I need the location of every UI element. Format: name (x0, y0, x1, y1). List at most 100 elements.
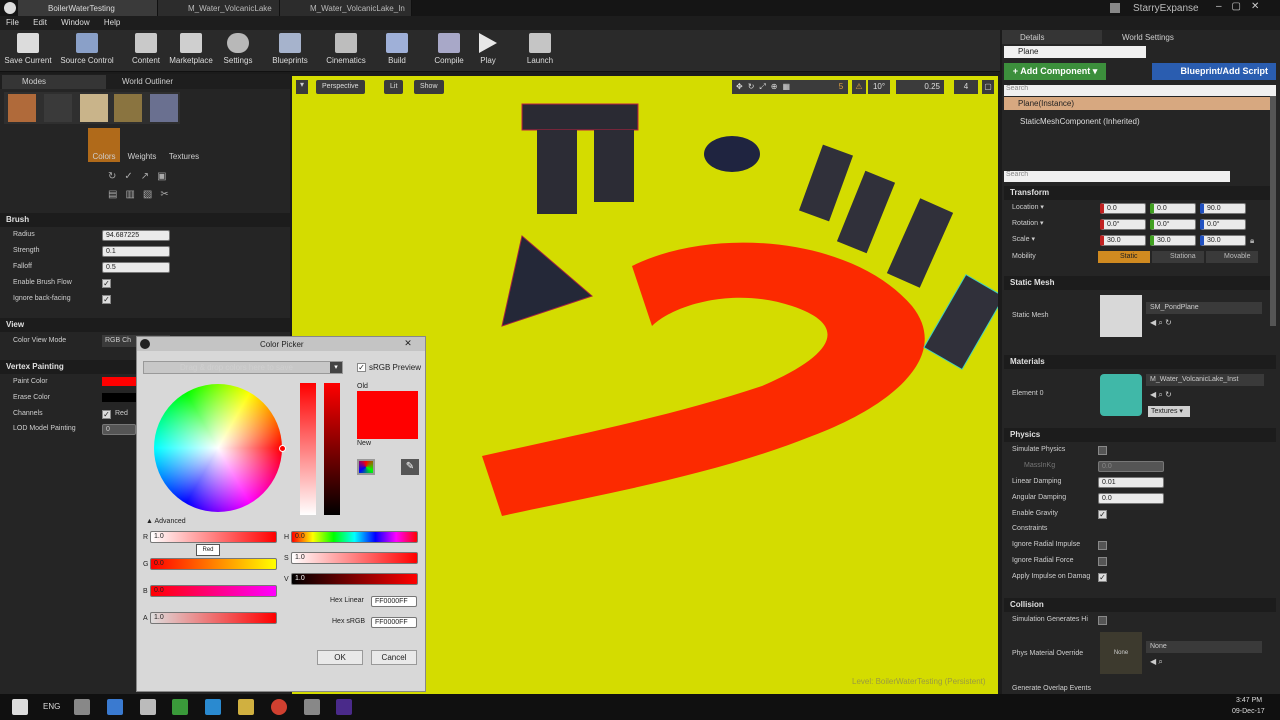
location-y[interactable]: 0.0 (1150, 203, 1196, 214)
maximize-icon[interactable]: ▢ (982, 80, 994, 94)
strength-field[interactable]: 0.1 (102, 246, 170, 257)
unreal-taskbar-icon[interactable] (140, 699, 156, 715)
cinematics-button[interactable]: Cinematics (318, 33, 374, 65)
rotation-label[interactable]: Rotation ▾ (1012, 216, 1044, 232)
materials-header[interactable]: Materials (1004, 355, 1276, 369)
colors-mode-button[interactable]: Colors (88, 128, 120, 162)
view-header[interactable]: View (0, 318, 290, 332)
lock-icon[interactable]: 🔒︎ (1250, 236, 1254, 246)
rotation-z[interactable]: 0.0° (1200, 219, 1246, 230)
angular-damping-field[interactable]: 0.0 (1098, 493, 1164, 504)
mass-field[interactable]: 0.0 (1098, 461, 1164, 472)
geometry-mode-icon[interactable] (150, 94, 178, 122)
falloff-field[interactable]: 0.5 (102, 262, 170, 273)
brush-flow-checkbox[interactable]: ✓ (102, 279, 111, 288)
tab-modes[interactable]: Modes (2, 75, 106, 89)
tab-boiler[interactable]: BoilerWaterTesting (18, 0, 158, 16)
menu-help[interactable]: Help (104, 16, 120, 30)
lod-field[interactable]: 0 (102, 424, 136, 435)
chrome-icon[interactable] (271, 699, 287, 715)
build-button[interactable]: Build (370, 33, 424, 65)
physics-header[interactable]: Physics (1004, 428, 1276, 442)
show-button[interactable]: Show (414, 80, 444, 94)
material-dropdown[interactable]: M_Water_VolcanicLake_Inst (1146, 374, 1264, 386)
red-channel-field[interactable]: 1.0 (150, 531, 277, 543)
tab-world-settings[interactable]: World Settings (1104, 30, 1204, 44)
taskbar-app-icon[interactable] (74, 699, 90, 715)
phys-material-dropdown[interactable]: None (1146, 641, 1262, 653)
source-control-button[interactable]: Source Control (58, 33, 116, 65)
textures-dropdown[interactable]: Textures ▾ (1148, 406, 1190, 417)
hex-srgb-field[interactable]: FF0000FF (371, 617, 417, 628)
green-channel-field[interactable]: 0.0 (150, 558, 277, 570)
lit-button[interactable]: Lit (384, 80, 404, 94)
blue-channel-field[interactable]: 0.0 (150, 585, 277, 597)
scale-label[interactable]: Scale ▾ (1012, 232, 1035, 248)
scale-snap-value[interactable]: 0.25 (896, 80, 944, 94)
value-field[interactable]: 1.0 (291, 573, 418, 585)
color-wheel-selector[interactable] (279, 445, 286, 452)
close-icon[interactable]: ✕ (401, 338, 415, 349)
sim-generates-hit-checkbox[interactable] (1098, 616, 1107, 625)
language-indicator[interactable]: ENG (43, 702, 60, 711)
menu-edit[interactable]: Edit (33, 16, 47, 30)
paint-color-swatch[interactable] (102, 377, 136, 386)
window-controls[interactable]: –▢✕ (1216, 1, 1276, 12)
advanced-toggle[interactable]: ▲ Advanced (146, 518, 186, 525)
apply-impulse-checkbox[interactable]: ✓ (1098, 573, 1107, 582)
erase-color-swatch[interactable] (102, 393, 136, 402)
ignore-radial-force-checkbox[interactable] (1098, 557, 1107, 566)
viewport-options-button[interactable]: ▾ (296, 80, 308, 94)
tab-material[interactable]: M_Water_VolcanicLake (158, 0, 280, 16)
taskbar-app-icon[interactable] (107, 699, 123, 715)
phys-material-thumbnail[interactable]: None (1100, 632, 1142, 674)
material-thumbnail[interactable] (1100, 374, 1142, 416)
component-search-input[interactable]: Search (1004, 85, 1276, 96)
details-scrollbar[interactable] (1270, 96, 1276, 326)
grid-snap-value[interactable]: 5 (834, 80, 848, 94)
saturation-field[interactable]: 1.0 (291, 552, 418, 564)
location-z[interactable]: 90.0 (1200, 203, 1246, 214)
weights-mode-button[interactable]: Weights (126, 128, 158, 162)
paint-tools-icons[interactable]: ↻✓↗▣ ▤▥▧✂ (108, 168, 188, 204)
details-search-input[interactable]: Search (1004, 171, 1230, 182)
simulate-physics-checkbox[interactable] (1098, 446, 1107, 455)
actor-name-field[interactable]: Plane (1004, 46, 1146, 58)
folder-icon[interactable] (238, 699, 254, 715)
mobility-static[interactable]: Static (1098, 251, 1150, 263)
mobility-movable[interactable]: Movable (1206, 251, 1258, 263)
location-label[interactable]: Location ▾ (1012, 200, 1044, 216)
camera-speed-value[interactable]: 4 (954, 80, 978, 94)
transform-header[interactable]: Transform (1004, 186, 1276, 200)
textures-mode-button[interactable]: Textures (166, 128, 202, 162)
static-mesh-header[interactable]: Static Mesh (1004, 276, 1276, 290)
color-wheel-icon[interactable] (357, 459, 375, 475)
play-button[interactable]: Play (462, 33, 514, 65)
chevron-down-icon[interactable]: ▾ (330, 362, 342, 373)
hue-field[interactable]: 0.0 (291, 531, 418, 543)
linear-damping-field[interactable]: 0.01 (1098, 477, 1164, 488)
paint-mode-icon[interactable] (44, 94, 72, 122)
static-mesh-dropdown[interactable]: SM_PondPlane (1146, 302, 1262, 314)
scale-x[interactable]: 30.0 (1100, 235, 1146, 246)
transform-tools[interactable]: ✥↻⤢⊕▦ (732, 80, 842, 94)
cancel-button[interactable]: Cancel (371, 650, 417, 665)
tab-material-instance[interactable]: M_Water_VolcanicLake_In (280, 0, 412, 16)
ignore-radial-impulse-checkbox[interactable] (1098, 541, 1107, 550)
clock-time[interactable]: 3:47 PM (1236, 697, 1262, 704)
clock-date[interactable]: 09-Dec-17 (1232, 708, 1265, 715)
blueprints-button[interactable]: Blueprints (262, 33, 318, 65)
after-effects-icon[interactable] (336, 699, 352, 715)
enable-gravity-checkbox[interactable]: ✓ (1098, 510, 1107, 519)
static-mesh-component-row[interactable]: StaticMeshComponent (Inherited) (1020, 117, 1140, 126)
channel-red-checkbox[interactable]: ✓ (102, 410, 111, 419)
saturation-slider[interactable] (300, 383, 316, 515)
phys-asset-actions-icon[interactable]: ◀ ⌕ (1150, 657, 1163, 667)
taskbar-app-icon[interactable] (205, 699, 221, 715)
material-asset-actions-icon[interactable]: ◀ ⌕ ↻ (1150, 390, 1172, 400)
radius-field[interactable]: 94.687225 (102, 230, 170, 241)
value-slider[interactable] (324, 383, 340, 515)
scale-y[interactable]: 30.0 (1150, 235, 1196, 246)
place-mode-icon[interactable] (8, 94, 36, 122)
mesh-thumbnail[interactable] (1100, 295, 1142, 337)
